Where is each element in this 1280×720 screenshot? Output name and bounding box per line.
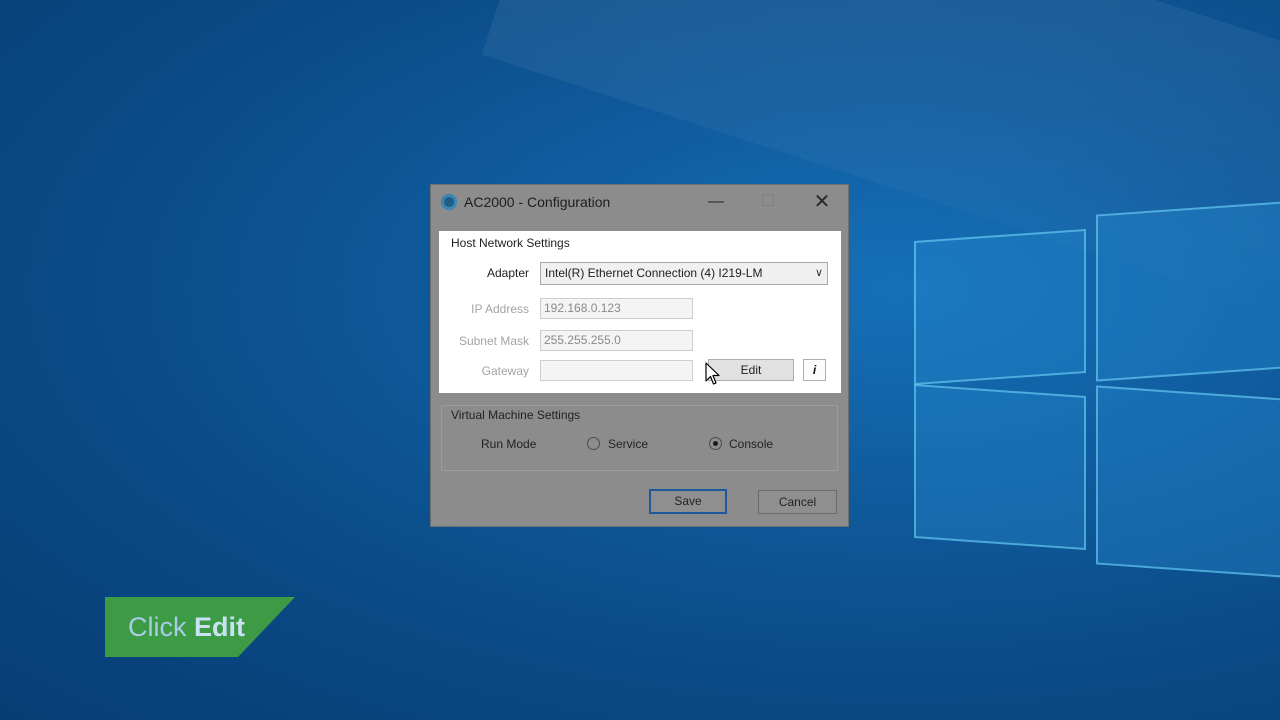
service-radio[interactable]	[587, 437, 600, 450]
chevron-down-icon: ∨	[814, 267, 823, 279]
adapter-select-value: Intel(R) Ethernet Connection (4) I219-LM	[545, 266, 763, 280]
ip-address-field[interactable]: 192.168.0.123	[540, 298, 693, 319]
mouse-pointer-icon	[705, 362, 720, 385]
adapter-label: Adapter	[486, 266, 529, 280]
ip-address-label: IP Address	[471, 302, 529, 316]
instruction-action: Edit	[194, 612, 246, 642]
host-network-settings-label: Host Network Settings	[451, 236, 570, 250]
console-radio-label: Console	[729, 437, 774, 451]
logo-pane-top-left	[914, 228, 1086, 386]
subnet-mask-field[interactable]: 255.255.255.0	[540, 330, 693, 351]
logo-pane-bottom-left	[914, 383, 1086, 551]
console-radio[interactable]	[709, 437, 722, 450]
configuration-dialog: AC2000 - Configuration — ☐ ✕ Host Networ…	[430, 184, 849, 527]
info-button[interactable]: i	[803, 359, 826, 381]
dialog-title: AC2000 - Configuration	[464, 194, 611, 210]
run-mode-label: Run Mode	[481, 437, 537, 451]
adapter-select[interactable]: Intel(R) Ethernet Connection (4) I219-LM…	[540, 262, 828, 285]
save-button[interactable]: Save	[649, 489, 727, 514]
service-radio-label: Service	[608, 437, 649, 451]
logo-pane-bottom-right	[1096, 385, 1280, 578]
logo-pane-top-right	[1096, 201, 1280, 382]
subnet-mask-label: Subnet Mask	[458, 334, 529, 348]
instruction-text: Click Edit	[128, 612, 245, 643]
instruction-prefix: Click	[128, 612, 187, 642]
app-icon	[441, 194, 457, 210]
minimize-button[interactable]: —	[701, 189, 731, 215]
virtual-machine-settings-label: Virtual Machine Settings	[451, 408, 581, 422]
close-button[interactable]: ✕	[807, 189, 837, 215]
gateway-label: Gateway	[481, 364, 529, 378]
host-network-settings-group: Host Network Settings Adapter Intel(R) E…	[439, 231, 841, 393]
maximize-button[interactable]: ☐	[753, 189, 783, 215]
gateway-field[interactable]	[540, 360, 693, 381]
cancel-button[interactable]: Cancel	[758, 490, 837, 514]
title-bar[interactable]: AC2000 - Configuration — ☐ ✕	[431, 185, 848, 219]
windows-logo	[910, 180, 1280, 590]
